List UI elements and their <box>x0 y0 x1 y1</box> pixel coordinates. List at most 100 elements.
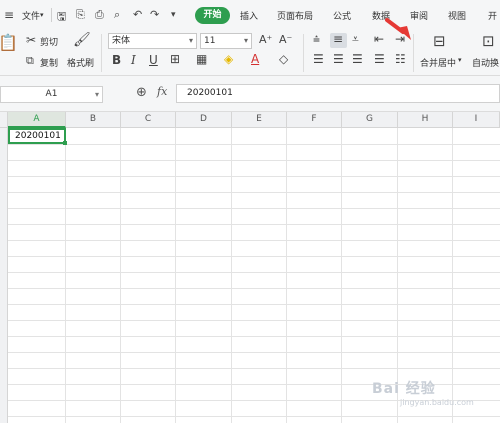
column-header-b[interactable]: B <box>66 112 121 128</box>
merge-center-button[interactable]: 合并居中 <box>420 56 456 69</box>
format-painter-icon[interactable]: 🖌 <box>73 32 91 48</box>
watermark-url: jingyan.baidu.com <box>400 398 474 407</box>
customize-dropdown-icon[interactable]: ▾ <box>171 10 176 20</box>
save-icon[interactable]: 🖫 <box>57 8 66 27</box>
font-name-select[interactable]: 宋体 ▾ <box>108 33 197 49</box>
cut-button[interactable]: 剪切 <box>40 35 58 48</box>
menu-divider <box>51 8 52 22</box>
justify-icon[interactable]: ☰ <box>374 52 385 66</box>
row-gridline <box>8 320 500 321</box>
font-size-select[interactable]: 11 ▾ <box>200 33 252 49</box>
row-gridline <box>8 256 500 257</box>
export-icon[interactable]: ⎘ <box>76 8 85 22</box>
tab-formulas[interactable]: 公式 <box>333 9 351 22</box>
copy-button[interactable]: 复制 <box>40 56 58 69</box>
column-header-c[interactable]: C <box>121 112 176 128</box>
align-middle-icon[interactable]: ≡ <box>333 32 343 46</box>
row-gridline <box>8 192 500 193</box>
formula-input[interactable]: 20200101 <box>176 84 500 103</box>
file-menu[interactable]: 文件 <box>22 9 40 22</box>
column-gridline <box>175 128 176 423</box>
ribbon-divider <box>101 34 102 72</box>
baidu-watermark: Bai 经验 <box>372 381 436 397</box>
align-top-icon[interactable]: ⩮ <box>313 32 320 47</box>
column-gridline <box>341 128 342 423</box>
column-header-h[interactable]: H <box>398 112 453 128</box>
menu-icon[interactable]: ≡ <box>4 8 14 22</box>
chevron-down-icon: ▾ <box>243 36 248 45</box>
align-bottom-icon[interactable]: ⩡ <box>352 32 359 47</box>
align-center-icon[interactable]: ☰ <box>333 52 344 66</box>
print-icon[interactable]: ⎙ <box>95 8 104 22</box>
paste-icon[interactable]: 📋 <box>0 33 18 52</box>
tab-page-layout[interactable]: 页面布局 <box>277 9 313 22</box>
ribbon-divider <box>303 34 304 72</box>
formula-bar: A1 ▾ ⊕ fx 20200101 <box>0 76 500 112</box>
menu-bar: ≡ 文件 ▾ 🖫 ⎘ ⎙ ⌕ ↶ ↷ ▾ 开始 插入 页面布局 公式 数据 审阅… <box>0 0 500 30</box>
column-header-i[interactable]: I <box>453 112 500 128</box>
font-name-value: 宋体 <box>112 36 131 46</box>
tab-home[interactable]: 开始 <box>195 7 230 24</box>
align-left-icon[interactable]: ☰ <box>313 52 324 66</box>
row-gridline <box>8 208 500 209</box>
clear-format-icon[interactable]: ◇ <box>279 52 288 66</box>
name-box[interactable]: A1 ▾ <box>0 86 103 103</box>
decrease-font-icon[interactable]: A⁻ <box>279 33 292 46</box>
row-gridline <box>8 288 500 289</box>
chevron-down-icon: ▾ <box>94 90 99 99</box>
wrap-text-button[interactable]: 自动换 <box>472 56 499 69</box>
bold-icon[interactable]: B <box>112 53 121 67</box>
tab-insert[interactable]: 插入 <box>240 9 258 22</box>
file-dropdown-icon[interactable]: ▾ <box>40 11 44 19</box>
chevron-down-icon: ▾ <box>188 36 193 45</box>
border-icon[interactable]: ⊞ <box>170 52 180 66</box>
fx-icon[interactable]: fx <box>157 85 167 98</box>
scissors-icon[interactable]: ✂ <box>26 33 36 47</box>
select-all-corner[interactable] <box>0 112 8 128</box>
tab-view[interactable]: 视图 <box>448 9 466 22</box>
row-gridline <box>8 272 500 273</box>
name-box-value: A1 <box>45 89 58 99</box>
fill-handle[interactable] <box>63 141 67 145</box>
align-right-icon[interactable]: ☰ <box>352 52 363 66</box>
row-gridline <box>8 176 500 177</box>
column-gridline <box>120 128 121 423</box>
merge-center-icon[interactable]: ⊟ <box>433 32 446 50</box>
font-size-value: 11 <box>204 36 216 46</box>
row-gridline <box>8 304 500 305</box>
column-gridline <box>286 128 287 423</box>
row-header-strip[interactable] <box>0 128 8 423</box>
column-gridline <box>231 128 232 423</box>
print-preview-icon[interactable]: ⌕ <box>114 8 120 22</box>
italic-icon[interactable]: I <box>131 53 136 67</box>
indent-left-icon[interactable]: ⇤ <box>374 32 384 46</box>
column-header-f[interactable]: F <box>287 112 342 128</box>
row-gridline <box>8 368 500 369</box>
redo-icon[interactable]: ↷ <box>150 8 159 21</box>
annotation-arrow <box>385 18 411 40</box>
tab-developer[interactable]: 开 <box>488 9 497 22</box>
zoom-icon[interactable]: ⊕ <box>136 85 147 100</box>
row-gridline <box>8 336 500 337</box>
font-color-icon[interactable]: A <box>251 52 259 66</box>
ribbon-toolbar: 📋 ✂ 剪切 ⧉ 复制 🖌 格式刷 宋体 ▾ 11 ▾ A⁺ A⁻ B I U … <box>0 30 500 76</box>
increase-font-icon[interactable]: A⁺ <box>259 33 272 46</box>
column-header-e[interactable]: E <box>232 112 287 128</box>
distribute-icon[interactable]: ☷ <box>395 52 406 66</box>
row-gridline <box>8 160 500 161</box>
column-header-a[interactable]: A <box>8 112 66 128</box>
cell-a1[interactable]: 20200101 <box>8 128 66 144</box>
column-gridline <box>65 128 66 423</box>
underline-icon[interactable]: U <box>149 53 158 67</box>
format-painter-button[interactable]: 格式刷 <box>67 56 94 69</box>
column-header-g[interactable]: G <box>342 112 398 128</box>
copy-icon[interactable]: ⧉ <box>26 54 34 68</box>
wrap-text-icon[interactable]: ⊡ <box>482 32 495 50</box>
fill-color-icon[interactable]: ◈ <box>224 52 233 66</box>
column-header-d[interactable]: D <box>176 112 232 128</box>
undo-icon[interactable]: ↶ <box>133 8 142 21</box>
merge-dropdown-icon[interactable]: ▾ <box>458 56 462 64</box>
fill-pattern-icon[interactable]: ▦ <box>196 52 207 66</box>
column-gridline <box>452 128 453 423</box>
row-gridline <box>8 144 500 145</box>
